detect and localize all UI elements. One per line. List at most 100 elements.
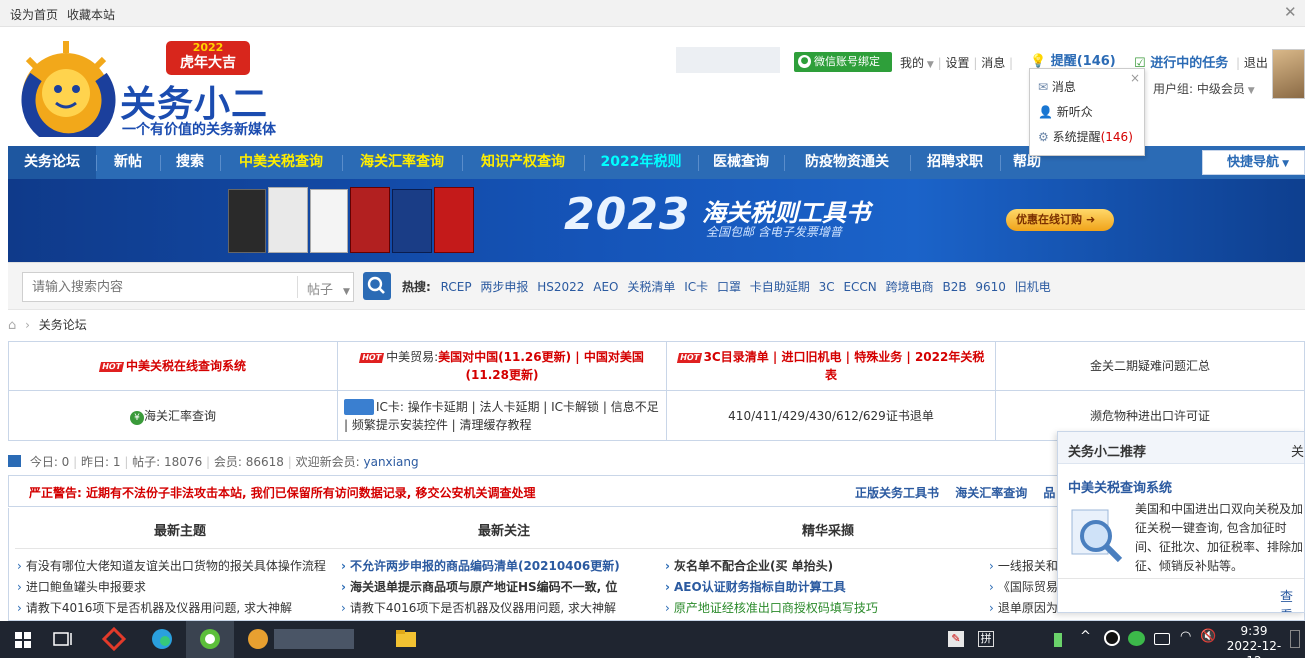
popup-more-link[interactable]: 查看 (1280, 586, 1304, 612)
volume-muted-icon[interactable]: 🔇 (1200, 629, 1216, 644)
hot-term[interactable]: ECCN (843, 280, 876, 294)
quick-link-3c[interactable]: 3C目录清单 | 进口旧机电 | 特殊业务 | 2022年关税表 (704, 350, 985, 382)
nav-item-tariff-query[interactable]: 中美关税查询 (220, 146, 342, 179)
mine-menu[interactable]: 我的 (900, 56, 924, 70)
quick-cell[interactable]: 410/411/429/430/612/629证书退单 (666, 390, 996, 441)
wechat-tray-icon[interactable] (1128, 631, 1145, 646)
brand-slogan: 一个有价值的关务新媒体 (122, 122, 276, 138)
popup-item-title[interactable]: 中美关税查询系统 (1068, 477, 1172, 496)
hot-term[interactable]: AEO (593, 280, 618, 294)
promo-banner[interactable]: 2023 海关税则工具书 全国包邮 含电子发票增普 优惠在线订购 ➜ (8, 179, 1305, 262)
hot-term[interactable]: IC卡 (684, 280, 708, 294)
user-links: 我的 ▼ | 设置 | 消息 | (900, 56, 1014, 70)
hot-term[interactable]: 卡自助延期 (750, 280, 810, 294)
list-item[interactable]: 海关退单提示商品项与原产地证HS编码不一致, 位 (341, 577, 657, 598)
nav-item-medical[interactable]: 医械查询 (698, 146, 784, 179)
avatar[interactable] (1272, 49, 1305, 99)
set-home-link[interactable]: 设为首页 (10, 6, 58, 23)
list-item[interactable]: 一线报关和 (989, 556, 1059, 577)
quick-link-trade[interactable]: 美国对中国(11.26更新) | 中国对美国(11.28更新) (438, 350, 644, 382)
quick-link-endangered[interactable]: 濒危物种进出口许可证 (1090, 409, 1210, 423)
wechat-bind-button[interactable]: ● 微信账号绑定 (794, 52, 892, 72)
dropdown-item-system[interactable]: ⚙ 系统提醒(146) (1038, 128, 1133, 145)
hot-term[interactable]: RCEP (441, 280, 472, 294)
pinned-apps-blurred[interactable] (234, 621, 364, 658)
nav-item-ip-query[interactable]: 知识产权查询 (462, 146, 584, 179)
dropdown-item-followers[interactable]: 👤 新听众 (1038, 103, 1093, 120)
close-icon[interactable]: × (1130, 71, 1140, 85)
user-group[interactable]: 用户组: 中级会员 ▼ (1153, 80, 1255, 97)
list-item[interactable]: 《国际贸易 (989, 577, 1059, 598)
link-more[interactable]: 品 (1043, 486, 1055, 500)
popup-close-button[interactable]: 关 (1291, 441, 1304, 460)
notification-icon[interactable] (1290, 630, 1300, 648)
nav-item-new-posts[interactable]: 新帖 (96, 146, 160, 179)
popup-title: 关务小二推荐 (1068, 445, 1147, 460)
qq-icon[interactable] (1104, 630, 1120, 646)
hot-term[interactable]: 跨境电商 (886, 280, 934, 294)
search-input[interactable] (23, 273, 295, 301)
link-exchange-rate[interactable]: 海关汇率查询 (955, 486, 1027, 500)
site-logo[interactable]: 2022 虎年大吉 关务小二 一个有价值的关务新媒体 (6, 37, 296, 142)
hot-term[interactable]: 两步申报 (480, 280, 528, 294)
tasks-link[interactable]: ☑ 进行中的任务 (1134, 52, 1228, 71)
list-item[interactable]: 请教下4016项下是否机器及仪器用问题, 求大神解 (17, 598, 333, 619)
folder-icon (396, 630, 416, 647)
hot-term[interactable]: B2B (942, 280, 966, 294)
app-icon-red[interactable] (90, 621, 138, 658)
file-explorer-button[interactable] (382, 621, 430, 658)
clock[interactable]: 9:39 2022-12-12 (1226, 624, 1282, 658)
quick-link-exchange[interactable]: 海关汇率查询 (144, 409, 216, 423)
dropdown-item-messages[interactable]: ✉ 消息 (1038, 78, 1076, 95)
quick-cell[interactable]: HOT 中美关税在线查询系统 (8, 341, 338, 391)
link-tool-book[interactable]: 正版关务工具书 (855, 486, 939, 500)
list-item[interactable]: 不允许两步申报的商品编码清单(20210406更新) (341, 556, 657, 577)
bookmark-link[interactable]: 收藏本站 (67, 6, 115, 23)
nav-item-search[interactable]: 搜索 (160, 146, 220, 179)
quick-nav-button[interactable]: 快捷导航 ▼ (1202, 150, 1305, 175)
search-button[interactable] (363, 272, 391, 300)
edge-browser-button[interactable] (138, 621, 186, 658)
hot-term[interactable]: 口罩 (717, 280, 741, 294)
battery-icon[interactable] (1054, 633, 1062, 647)
wifi-icon[interactable]: ◠ (1180, 629, 1191, 644)
hot-term[interactable]: HS2022 (537, 280, 584, 294)
close-icon[interactable]: ✕ (1284, 3, 1297, 21)
ime-icon[interactable]: 拼 (978, 631, 994, 647)
quick-link-tariff-system[interactable]: 中美关税在线查询系统 (126, 359, 246, 373)
list-item[interactable]: 退单原因为 (989, 598, 1059, 619)
list-item[interactable]: 进口鲍鱼罐头申报要求 (17, 577, 333, 598)
quick-cell[interactable]: ¥ 海关汇率查询 (8, 390, 338, 441)
search-type-select[interactable]: 帖子 ▼ (307, 279, 350, 298)
task-view-button[interactable] (38, 621, 86, 658)
breadcrumb-current[interactable]: 关务论坛 (39, 318, 87, 332)
new-member-link[interactable]: yanxiang (363, 455, 418, 469)
hot-term[interactable]: 3C (819, 280, 835, 294)
tray-app-icon[interactable]: ✎ (948, 631, 964, 647)
logout-link[interactable]: | 退出 (1236, 54, 1268, 71)
device-icon[interactable] (1154, 633, 1170, 645)
quick-link-golden-customs[interactable]: 金关二期疑难问题汇总 (1090, 359, 1210, 373)
list-item[interactable]: AEO认证财务指标自助计算工具 (665, 577, 981, 598)
list-item[interactable]: 原产地证经核准出口商授权码填写技巧 (665, 598, 981, 619)
nav-item-epidemic[interactable]: 防疫物资通关 (784, 146, 910, 179)
messages-link[interactable]: 消息 (981, 56, 1005, 70)
banner-order-button[interactable]: 优惠在线订购 ➜ (1006, 209, 1114, 231)
settings-link[interactable]: 设置 (946, 56, 970, 70)
quick-cell[interactable]: 金关二期疑难问题汇总 (995, 341, 1305, 391)
nav-item-tariff-2022[interactable]: 2022年税则 (584, 146, 698, 179)
chevron-up-icon[interactable]: ^ (1080, 629, 1091, 644)
quick-link-certificate[interactable]: 410/411/429/430/612/629证书退单 (728, 409, 934, 423)
list-item[interactable]: 请教下4016项下是否机器及仪器用问题, 求大神解 (341, 598, 657, 619)
hot-term[interactable]: 9610 (975, 280, 1006, 294)
home-icon[interactable]: ⌂ (8, 318, 16, 333)
nav-item-jobs[interactable]: 招聘求职 (910, 146, 1000, 179)
list-item[interactable]: 灰名单不配合企业(买 单抬头) (665, 556, 981, 577)
hot-term[interactable]: 关税清单 (627, 280, 675, 294)
nav-item-forum[interactable]: 关务论坛 (8, 146, 96, 179)
hot-term[interactable]: 旧机电 (1015, 280, 1051, 294)
list-item[interactable]: 有没有哪位大佬知道友谊关出口货物的报关具体操作流程 (17, 556, 333, 577)
nav-item-exchange-rate[interactable]: 海关汇率查询 (342, 146, 462, 179)
quick-link-ic-card[interactable]: IC卡: 操作卡延期 | 法人卡延期 | IC卡解锁 | 信息不足 | 频繁提示… (344, 400, 659, 432)
browser-360-button[interactable] (186, 621, 234, 658)
